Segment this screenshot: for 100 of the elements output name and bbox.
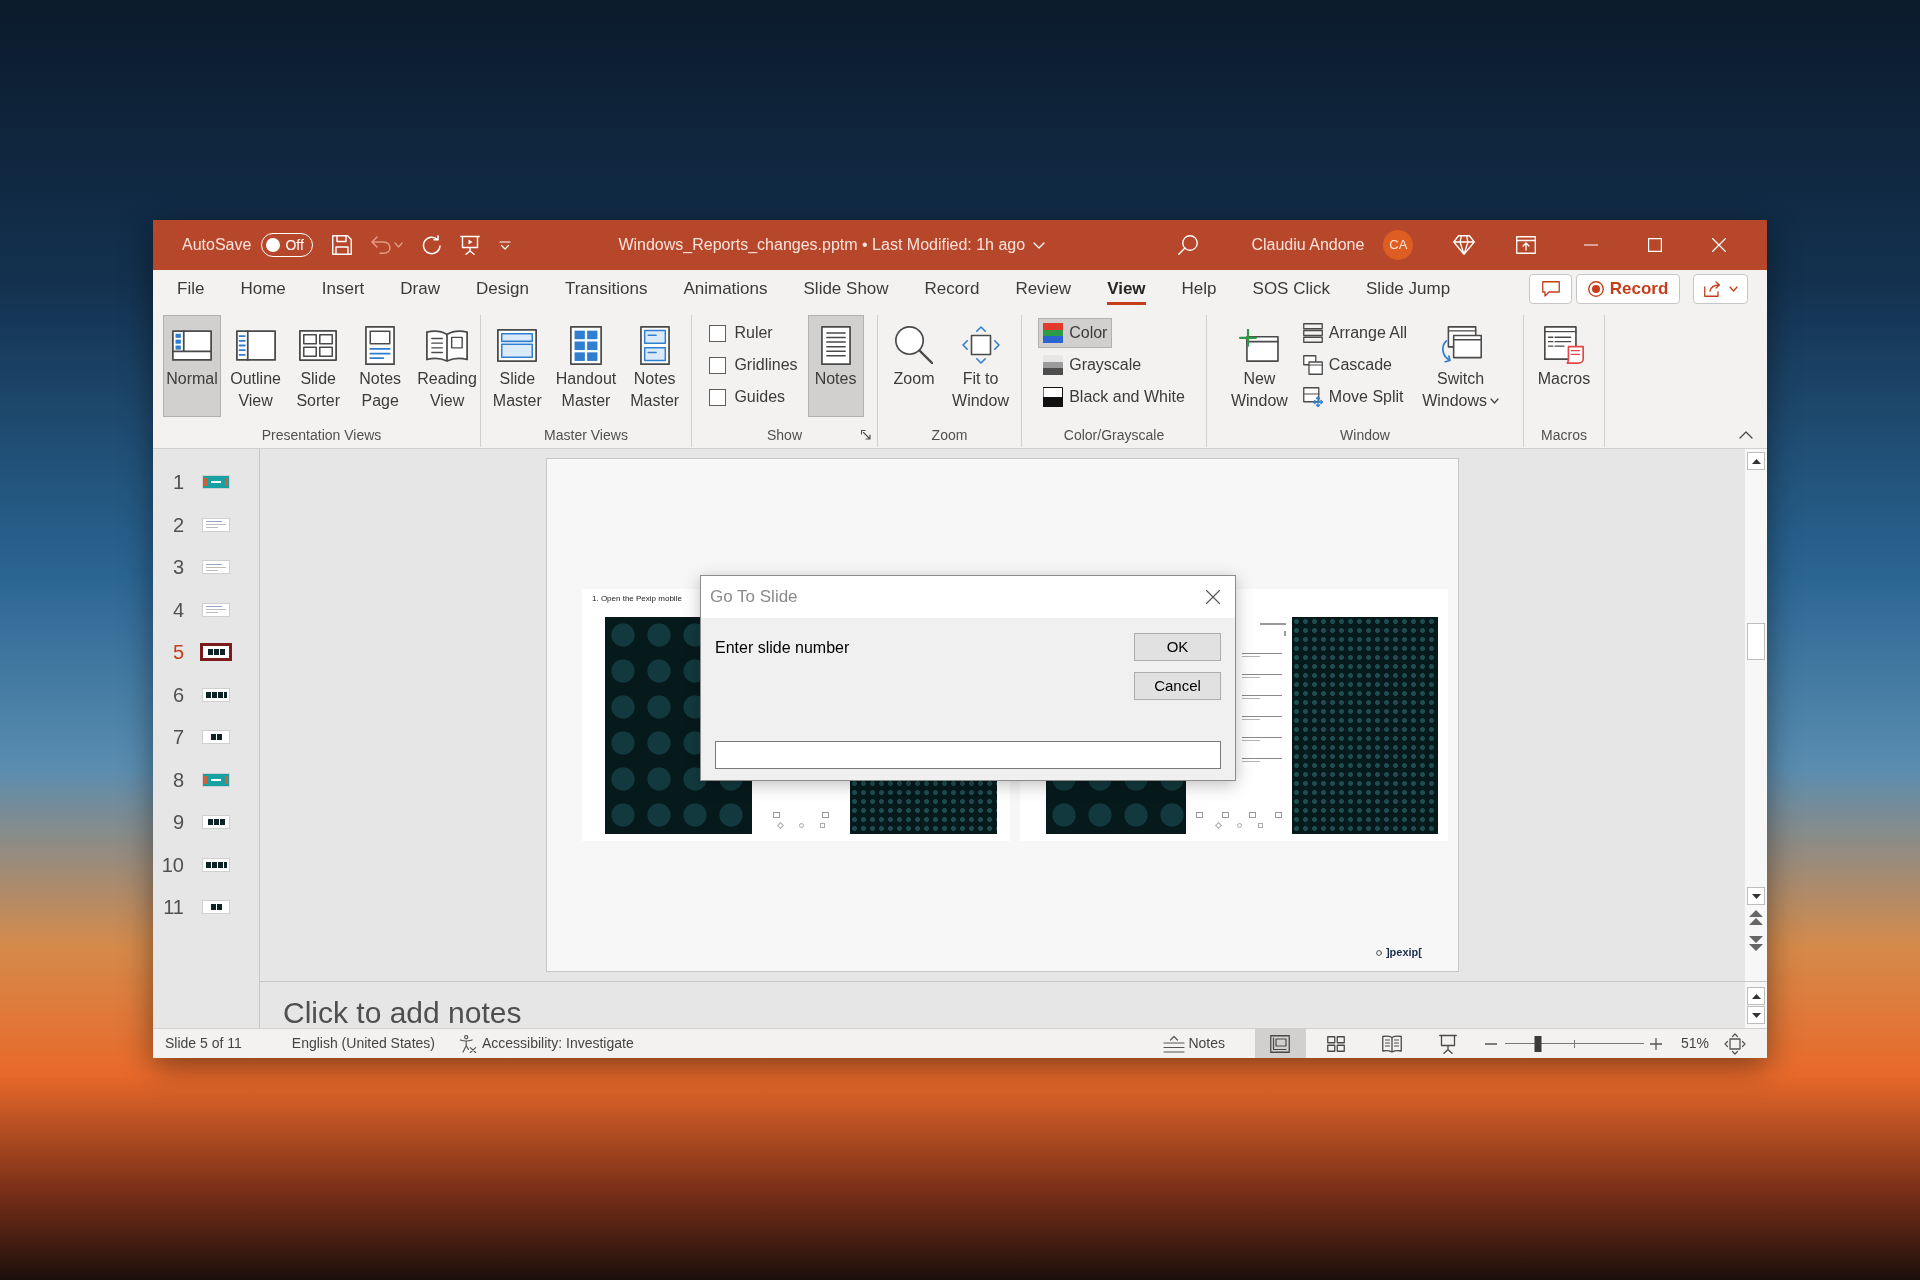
checkbox-option[interactable]: Gridlines xyxy=(705,350,802,380)
diamond-icon[interactable] xyxy=(1453,235,1476,255)
language-status[interactable]: English (United States) xyxy=(291,1033,435,1054)
redo-icon[interactable] xyxy=(421,235,442,255)
save-icon[interactable] xyxy=(332,235,353,255)
ribbon-button[interactable]: Switch Windows xyxy=(1418,315,1504,417)
view-button[interactable] xyxy=(1254,1029,1306,1058)
accessibility-icon xyxy=(459,1034,477,1053)
ribbon-button[interactable]: Reading View xyxy=(414,315,480,417)
comments-button[interactable] xyxy=(1529,273,1572,304)
notes-page-icon xyxy=(820,325,851,365)
group-label: Zoom xyxy=(931,425,968,445)
plus-icon[interactable] xyxy=(1649,1037,1662,1050)
account-name[interactable]: Claudiu Andone xyxy=(1251,233,1365,257)
ribbon-display-icon[interactable] xyxy=(1516,236,1537,254)
zoom-slider-thumb[interactable] xyxy=(1534,1035,1542,1052)
ribbon-tab[interactable]: Draw xyxy=(382,270,458,307)
share-button[interactable] xyxy=(1693,273,1748,304)
ribbon-tab[interactable]: Review xyxy=(997,270,1090,307)
zoom-level[interactable]: 51% xyxy=(1680,1033,1709,1054)
scroll-up-button[interactable] xyxy=(1747,987,1765,1005)
ribbon-button[interactable]: Notes Page xyxy=(352,315,409,417)
share-icon xyxy=(1703,280,1722,297)
window-title: Windows_Reports_changes.pptm • Last Modified: 1h ago xyxy=(618,235,1026,255)
zoom-slider[interactable] xyxy=(1504,1035,1644,1052)
scroll-down-button[interactable] xyxy=(1747,887,1765,905)
ribbon-tab[interactable]: Home xyxy=(222,270,304,307)
slide-number: 3 xyxy=(171,555,184,580)
ribbon-button[interactable]: Macros xyxy=(1533,315,1595,417)
minus-icon[interactable] xyxy=(1484,1042,1497,1045)
notes-toggle-button[interactable]: Notes xyxy=(1161,1029,1227,1058)
collapse-caret-icon[interactable] xyxy=(1739,431,1753,439)
ribbon-button[interactable]: Notes Master xyxy=(626,315,684,417)
ribbon-button[interactable]: Black and White xyxy=(1038,382,1190,412)
ribbon-button[interactable]: Cascade xyxy=(1297,350,1397,380)
ribbon-tab[interactable]: Slide Jump xyxy=(1348,270,1469,307)
slide-number: 8 xyxy=(171,767,184,792)
slide-number: 1 xyxy=(171,470,184,495)
fit-to-window-icon xyxy=(961,326,1000,364)
scroll-down-button[interactable] xyxy=(1747,1006,1765,1024)
chevron-down-icon[interactable] xyxy=(1033,241,1046,249)
customize-caret-icon[interactable] xyxy=(499,240,512,250)
close-icon xyxy=(1712,238,1727,252)
ribbon-button[interactable]: New Window xyxy=(1226,315,1292,417)
fit-slide-icon[interactable] xyxy=(1724,1032,1746,1055)
dialog-launcher-icon[interactable] xyxy=(861,430,871,440)
checkbox[interactable] xyxy=(709,356,727,374)
ribbon-tab[interactable]: File xyxy=(159,270,223,307)
search-icon[interactable] xyxy=(1178,235,1199,255)
handout-master-icon xyxy=(570,325,602,365)
ribbon-tab[interactable]: Animations xyxy=(665,270,786,307)
dialog-button[interactable]: Cancel xyxy=(1134,672,1221,700)
ribbon-tab[interactable]: Transitions xyxy=(546,270,666,307)
triangle-up-icon xyxy=(1751,993,1761,999)
ribbon-button[interactable]: Arrange All xyxy=(1297,318,1413,348)
ribbon-tab[interactable]: View xyxy=(1089,270,1164,307)
checkbox-option[interactable]: Guides xyxy=(705,382,790,412)
ribbon-button[interactable]: Handout Master xyxy=(551,315,621,417)
ribbon-tab[interactable]: SOS Click xyxy=(1234,270,1348,307)
ribbon-button[interactable]: Color xyxy=(1038,318,1113,348)
comment-icon xyxy=(1541,280,1560,297)
ribbon-button[interactable]: Slide Sorter xyxy=(290,315,347,417)
group-label: Window xyxy=(1340,425,1390,445)
ribbon-button[interactable]: Normal xyxy=(163,315,221,417)
open-book-icon xyxy=(426,328,469,362)
checkbox[interactable] xyxy=(709,388,727,406)
record-button[interactable]: Record xyxy=(1576,273,1680,304)
record-icon xyxy=(1587,280,1604,297)
scroll-up-button[interactable] xyxy=(1747,452,1765,470)
triangle-down-icon xyxy=(1751,1012,1761,1018)
scrollbar-thumb[interactable] xyxy=(1747,623,1765,660)
ribbon-button[interactable]: Grayscale xyxy=(1038,350,1147,380)
dropdown-caret-icon xyxy=(394,242,404,248)
normal-view-icon xyxy=(172,329,212,361)
slide-number: 10 xyxy=(160,852,184,877)
ribbon-tab[interactable]: Insert xyxy=(303,270,383,307)
double-arrow-up-icon[interactable] xyxy=(1749,910,1763,928)
ribbon-button[interactable]: Notes xyxy=(807,315,864,417)
ribbon-tab[interactable]: Record xyxy=(906,270,998,307)
double-arrow-down-icon[interactable] xyxy=(1749,933,1763,951)
ribbon-button[interactable]: Zoom xyxy=(886,315,943,417)
group-label: Show xyxy=(767,425,802,445)
dialog-button[interactable]: OK xyxy=(1134,633,1221,661)
presentation-screen-icon[interactable] xyxy=(460,235,481,255)
slide-number-input[interactable] xyxy=(715,741,1221,769)
accessibility-button[interactable]: Accessibility: Investigate xyxy=(459,1033,634,1054)
slide-sorter-icon xyxy=(299,329,338,361)
ribbon-tab[interactable]: Design xyxy=(457,270,547,307)
ribbon-tab[interactable]: Slide Show xyxy=(785,270,907,307)
ribbon-tab[interactable]: Help xyxy=(1163,270,1235,307)
color-swatch-icon xyxy=(1043,323,1064,343)
ribbon-button[interactable]: Slide Master xyxy=(488,315,546,417)
checkbox-option[interactable]: Ruler xyxy=(705,318,777,348)
ribbon-button[interactable]: Outline View xyxy=(227,315,285,417)
checkbox[interactable] xyxy=(709,324,727,342)
magnifier-icon xyxy=(895,326,934,364)
slide-thumbnail[interactable] xyxy=(200,643,232,662)
ribbon-button[interactable]: Move Split xyxy=(1297,382,1409,412)
ribbon-button[interactable]: Fit to Window xyxy=(948,315,1013,417)
step-caption: 1. Open the Pexip mobile xyxy=(592,594,682,604)
